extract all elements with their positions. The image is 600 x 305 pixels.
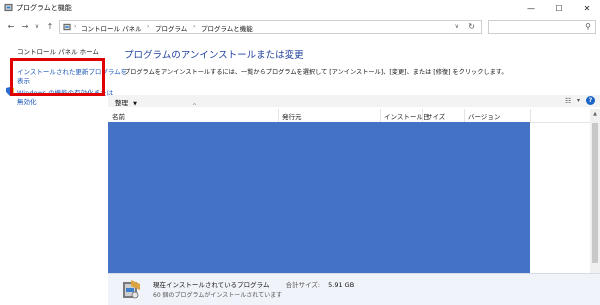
column-version[interactable]: バージョン xyxy=(468,111,500,121)
close-button[interactable]: ✕ xyxy=(576,0,598,16)
up-button[interactable]: ↑ xyxy=(45,21,55,33)
windows-features-link-cont[interactable]: 無効化 xyxy=(17,96,37,106)
breadcrumb-control-panel[interactable]: コントロール パネル xyxy=(81,23,142,33)
column-divider[interactable] xyxy=(278,109,279,122)
back-arrow-icon: ← xyxy=(7,22,15,31)
total-size-value: 5.91 GB xyxy=(328,281,355,289)
forward-button[interactable]: → xyxy=(20,21,30,33)
search-icon: ⚲ xyxy=(585,22,591,31)
column-publisher[interactable]: 発行元 xyxy=(282,111,302,121)
help-icon[interactable]: ? xyxy=(586,96,595,105)
address-bar[interactable]: › コントロール パネル › プログラム › プログラムと機能 ∨ ↻ xyxy=(59,20,482,34)
breadcrumb-programs[interactable]: プログラム xyxy=(155,23,187,33)
vertical-scrollbar[interactable]: ▲ xyxy=(590,109,600,273)
caret-down-icon[interactable]: ▾ xyxy=(577,97,580,104)
maximize-icon: ☐ xyxy=(555,3,563,13)
details-title: 現在インストールされているプログラム xyxy=(153,281,270,289)
organize-button[interactable]: 整理 ▼ xyxy=(115,97,137,107)
chevron-down-icon: ∨ xyxy=(34,23,40,30)
column-divider[interactable] xyxy=(530,109,531,122)
view-options-icon[interactable]: ☷ xyxy=(565,97,571,105)
close-icon: ✕ xyxy=(583,3,591,13)
column-size[interactable]: サイズ xyxy=(426,111,445,121)
page-description: プログラムをアンインストールするには、一覧からプログラムを選択して [アンインス… xyxy=(124,69,508,76)
programs-and-features-window: プログラムと機能 — ☐ ✕ ← → ∨ ↑ › コントロール パネル › プロ… xyxy=(0,0,600,305)
column-divider[interactable] xyxy=(422,109,423,122)
scroll-up-icon[interactable]: ▲ xyxy=(590,111,600,117)
column-divider[interactable] xyxy=(380,109,381,122)
search-input[interactable]: ⚲ xyxy=(488,20,596,34)
installed-programs-icon xyxy=(123,280,140,299)
total-size-label: 合計サイズ: xyxy=(285,281,321,289)
navigation-bar: ← → ∨ ↑ › コントロール パネル › プログラム › プログラムと機能 … xyxy=(0,16,600,38)
control-panel-icon xyxy=(4,3,13,12)
left-task-pane: コントロール パネル ホーム インストールされた更新プログラムを 表示 Wind… xyxy=(0,38,127,304)
minimize-button[interactable]: — xyxy=(520,0,542,16)
title-bar: プログラムと機能 — ☐ ✕ xyxy=(0,0,600,16)
command-bar: 整理 ▼ ☷ ▾ ? xyxy=(108,95,600,107)
refresh-icon[interactable]: ↻ xyxy=(468,22,475,31)
program-list[interactable] xyxy=(108,122,530,273)
caret-down-icon: ▼ xyxy=(133,101,137,107)
window-title: プログラムと機能 xyxy=(16,4,72,12)
list-column-header: ^ 名前 発行元 インストール日 サイズ バージョン xyxy=(108,103,590,123)
details-pane: 現在インストールされているプログラム 合計サイズ: 5.91 GB 60 個のプ… xyxy=(108,273,600,305)
organize-label: 整理 xyxy=(115,99,128,107)
chevron-down-icon[interactable]: ∨ xyxy=(455,23,459,30)
breadcrumb-programs-and-features[interactable]: プログラムと機能 xyxy=(201,23,253,33)
control-panel-home-link[interactable]: コントロール パネル ホーム xyxy=(17,46,99,56)
scrollbar-thumb[interactable] xyxy=(592,123,598,263)
forward-arrow-icon: → xyxy=(21,22,29,31)
program-count: 60 個のプログラムがインストールされています xyxy=(153,292,283,299)
sort-caret-icon: ^ xyxy=(192,103,198,110)
up-arrow-icon: ↑ xyxy=(46,22,54,31)
control-panel-icon xyxy=(63,23,71,31)
highlight-box xyxy=(10,58,105,96)
minimize-icon: — xyxy=(527,3,535,13)
chevron-right-icon: › xyxy=(193,23,196,30)
recent-locations-button[interactable]: ∨ xyxy=(32,21,42,33)
page-title: プログラムのアンインストールまたは変更 xyxy=(124,50,304,61)
back-button[interactable]: ← xyxy=(6,21,16,33)
column-name[interactable]: 名前 xyxy=(112,111,125,121)
chevron-right-icon: › xyxy=(74,23,77,30)
chevron-right-icon: › xyxy=(147,23,150,30)
details-summary: 現在インストールされているプログラム 合計サイズ: 5.91 GB xyxy=(153,279,354,289)
maximize-button[interactable]: ☐ xyxy=(548,0,570,16)
column-divider[interactable] xyxy=(464,109,465,122)
